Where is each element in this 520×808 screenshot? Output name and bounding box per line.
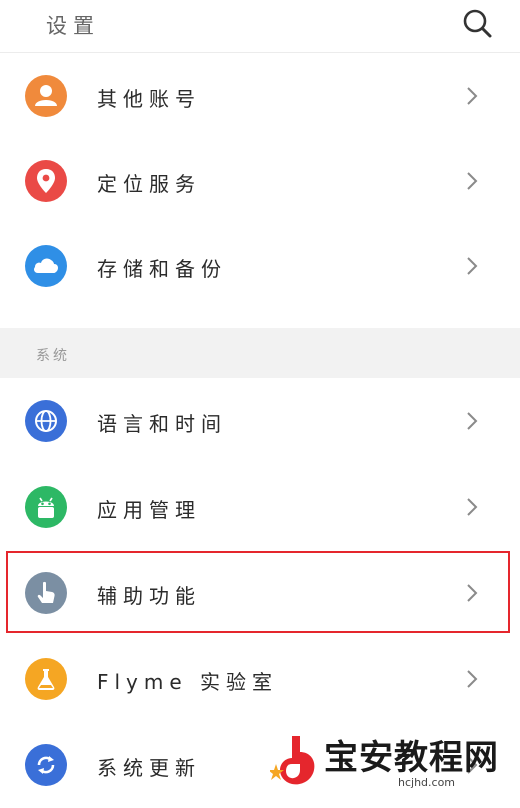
watermark-text: 宝安教程网 <box>324 738 499 778</box>
chevron-right-icon <box>467 87 478 105</box>
section-header-system: 系统 <box>0 328 520 378</box>
chevron-right-icon <box>467 172 478 190</box>
person-icon <box>25 75 67 117</box>
location-pin-icon <box>25 160 67 202</box>
hand-pointer-icon <box>25 572 67 614</box>
watermark-url: hcjhd.com <box>398 776 456 789</box>
settings-item-storage-backup[interactable]: 存储和备份 <box>0 223 520 308</box>
search-button[interactable] <box>460 6 496 42</box>
settings-item-location[interactable]: 定位服务 <box>0 138 520 223</box>
settings-item-flyme-lab[interactable]: Flyme 实验室 <box>0 636 520 722</box>
watermark-logo-icon <box>270 736 315 785</box>
settings-item-language-time[interactable]: 语言和时间 <box>0 378 520 464</box>
chevron-right-icon <box>467 498 478 516</box>
search-icon <box>463 9 492 38</box>
flask-icon <box>25 658 67 700</box>
chevron-right-icon <box>467 257 478 275</box>
settings-item-label: 其他账号 <box>97 87 201 111</box>
chevron-right-icon <box>467 670 478 688</box>
settings-item-accessibility[interactable]: 辅助功能 <box>0 550 520 636</box>
chevron-right-icon <box>467 584 478 602</box>
section-label: 系统 <box>36 348 70 364</box>
settings-item-label: 存储和备份 <box>97 257 227 281</box>
chevron-right-icon <box>467 412 478 430</box>
top-bar: 设置 <box>0 0 520 53</box>
settings-item-other-accounts[interactable]: 其他账号 <box>0 53 520 138</box>
watermark: 宝安教程网 hcjhd.com <box>270 728 520 795</box>
settings-item-label: 语言和时间 <box>97 412 227 436</box>
settings-item-label: Flyme 实验室 <box>97 670 279 694</box>
cloud-icon <box>25 245 67 287</box>
settings-list: 其他账号 定位服务 存储和备份 系统 语言和时间 应用管理 辅助功能 Flyme… <box>0 53 520 808</box>
globe-icon <box>25 400 67 442</box>
settings-item-app-management[interactable]: 应用管理 <box>0 464 520 550</box>
page-title: 设置 <box>46 14 100 38</box>
settings-item-label: 系统更新 <box>97 756 201 780</box>
settings-item-label: 辅助功能 <box>97 584 201 608</box>
settings-item-label: 定位服务 <box>97 172 201 196</box>
settings-item-label: 应用管理 <box>97 498 201 522</box>
android-icon <box>25 486 67 528</box>
refresh-icon <box>25 744 67 786</box>
